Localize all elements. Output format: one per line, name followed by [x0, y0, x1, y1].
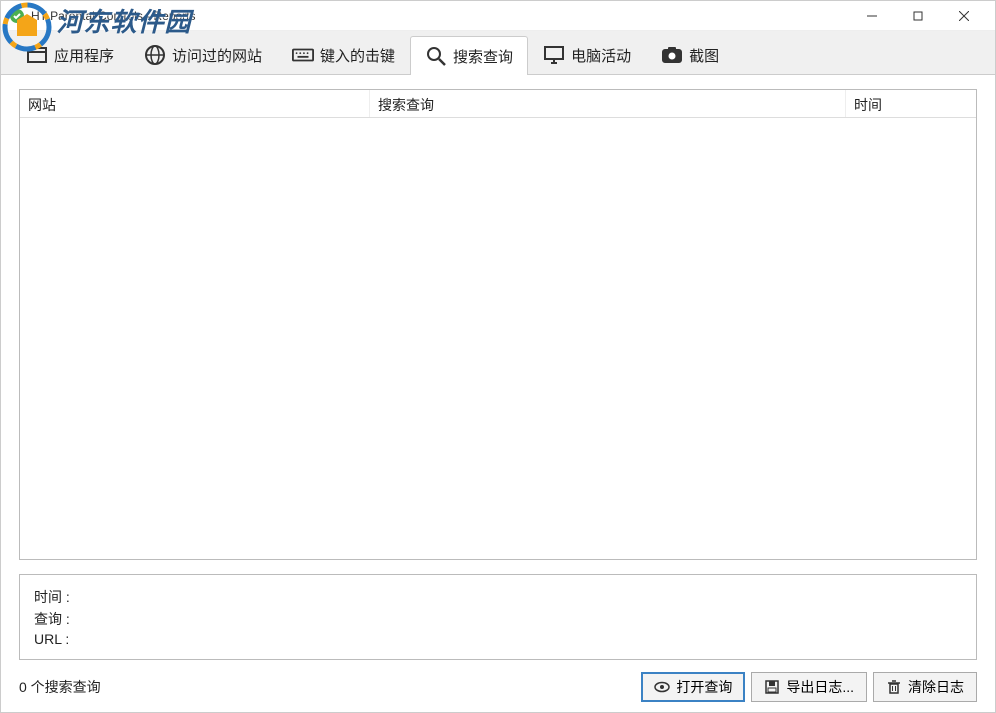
tab-screenshots[interactable]: 截图 [646, 35, 734, 74]
window-icon [26, 44, 48, 66]
app-icon [9, 8, 25, 24]
titlebar: HT Parental Controls - Reports [1, 1, 995, 31]
table-body[interactable] [20, 118, 976, 559]
close-icon [959, 11, 969, 21]
export-log-button[interactable]: 导出日志... [751, 672, 867, 702]
minimize-icon [867, 11, 877, 21]
tab-applications[interactable]: 应用程序 [11, 35, 129, 74]
window-controls [849, 1, 987, 31]
column-query[interactable]: 搜索查询 [370, 90, 846, 117]
tab-label: 截图 [689, 45, 719, 66]
tab-bar: 应用程序 访问过的网站 键入的击键 搜索查询 电脑活动 [1, 31, 995, 75]
tab-label: 键入的击键 [320, 45, 395, 66]
status-count: 0 个搜索查询 [19, 677, 101, 697]
tab-search[interactable]: 搜索查询 [410, 36, 528, 75]
detail-panel: 时间 : 查询 : URL : [19, 574, 977, 660]
window-title: HT Parental Controls - Reports [31, 9, 196, 23]
detail-query-label: 查询 : [34, 609, 70, 629]
column-site[interactable]: 网站 [20, 90, 370, 117]
detail-query-row: 查询 : [34, 609, 962, 629]
tab-activity[interactable]: 电脑活动 [528, 35, 646, 74]
results-table: 网站 搜索查询 时间 [19, 89, 977, 560]
tab-label: 访问过的网站 [172, 45, 262, 66]
camera-icon [661, 44, 683, 66]
button-label: 导出日志... [786, 677, 854, 697]
button-label: 清除日志 [908, 677, 964, 697]
eye-icon [654, 679, 670, 695]
trash-icon [886, 679, 902, 695]
maximize-icon [913, 11, 923, 21]
globe-icon [144, 44, 166, 66]
close-button[interactable] [941, 1, 987, 31]
monitor-icon [543, 44, 565, 66]
tab-label: 搜索查询 [453, 46, 513, 67]
save-icon [764, 679, 780, 695]
tab-websites[interactable]: 访问过的网站 [129, 35, 277, 74]
detail-url-label: URL : [34, 631, 69, 647]
content-area: 网站 搜索查询 时间 时间 : 查询 : URL : 0 个搜索查询 [1, 75, 995, 712]
keyboard-icon [292, 44, 314, 66]
search-icon [425, 45, 447, 67]
detail-time-row: 时间 : [34, 587, 962, 607]
detail-url-row: URL : [34, 631, 962, 647]
clear-log-button[interactable]: 清除日志 [873, 672, 977, 702]
detail-time-label: 时间 : [34, 587, 70, 607]
tab-label: 电脑活动 [571, 45, 631, 66]
open-query-button[interactable]: 打开查询 [641, 672, 745, 702]
tab-keystrokes[interactable]: 键入的击键 [277, 35, 410, 74]
bottom-bar: 0 个搜索查询 打开查询 导出日志... [19, 660, 977, 702]
table-header: 网站 搜索查询 时间 [20, 90, 976, 118]
app-window: 河东软件园 HT Parental Controls - Reports 应用程… [0, 0, 996, 713]
column-time[interactable]: 时间 [846, 90, 976, 117]
minimize-button[interactable] [849, 1, 895, 31]
button-label: 打开查询 [676, 677, 732, 697]
maximize-button[interactable] [895, 1, 941, 31]
action-buttons: 打开查询 导出日志... 清除日志 [641, 672, 977, 702]
tab-label: 应用程序 [54, 45, 114, 66]
